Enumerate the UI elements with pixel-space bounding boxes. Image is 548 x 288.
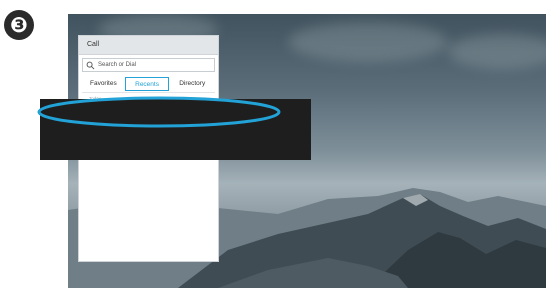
call-panel-title: Call xyxy=(79,36,218,55)
tab-recents[interactable]: Recents xyxy=(124,77,170,91)
highlight-ellipse xyxy=(37,96,281,128)
step-number-badge: ❸ xyxy=(4,10,34,40)
tab-favorites[interactable]: Favorites xyxy=(82,77,125,91)
tab-directory[interactable]: Directory xyxy=(169,77,215,91)
call-tabs: Favorites Recents Directory xyxy=(82,76,215,93)
search-input[interactable]: Search or Dial xyxy=(82,58,215,72)
search-placeholder: Search or Dial xyxy=(98,62,137,68)
search-icon xyxy=(86,61,95,69)
